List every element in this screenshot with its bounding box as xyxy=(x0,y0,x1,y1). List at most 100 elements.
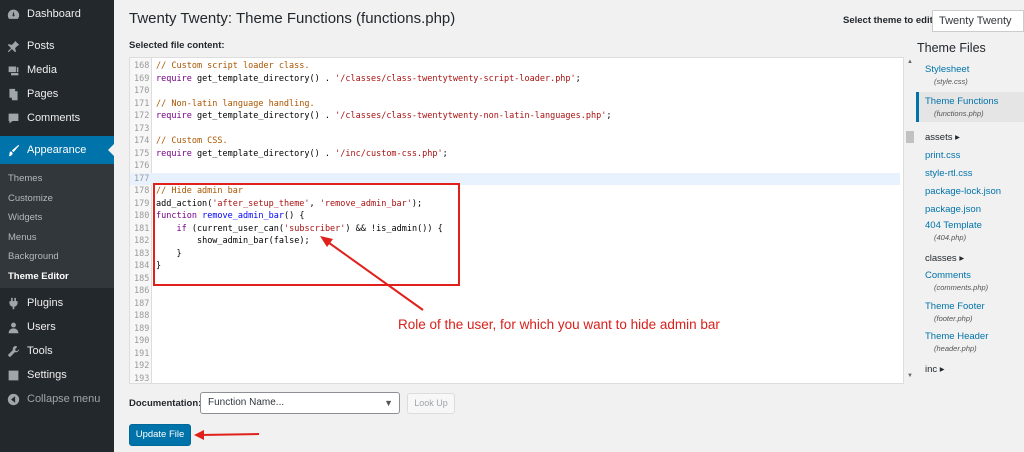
admin-sidebar: Dashboard Posts Media Pages Comments App… xyxy=(0,0,114,452)
theme-files-list: Stylesheet (style.css) Theme Functions (… xyxy=(916,58,1024,384)
scroll-up-icon[interactable]: ▲ xyxy=(907,59,913,65)
line-number: 192 xyxy=(134,361,150,371)
folder-assets[interactable]: assets ▸ xyxy=(925,132,960,143)
file-comments[interactable]: Comments (comments.php) xyxy=(916,270,1024,292)
function-name-placeholder: Function Name... xyxy=(208,397,285,408)
code-line: 176 xyxy=(130,160,900,173)
line-number: 184 xyxy=(134,261,150,271)
file-name: (footer.php) xyxy=(934,314,973,323)
line-number: 173 xyxy=(134,123,150,134)
line-number: 186 xyxy=(134,286,150,296)
file-theme-functions[interactable]: Theme Functions (functions.php) xyxy=(916,92,1024,122)
media-icon xyxy=(6,63,20,77)
sidebar-item-label: Plugins xyxy=(27,297,64,309)
line-number: 188 xyxy=(134,311,150,321)
code-line: 190 xyxy=(130,335,900,348)
update-arrow-line xyxy=(199,433,260,436)
dashboard-icon xyxy=(6,7,20,21)
update-file-button[interactable]: Update File xyxy=(129,424,191,446)
file-print-css[interactable]: print.css xyxy=(916,150,1024,161)
sidebar-item-label: Comments xyxy=(27,112,81,124)
function-name-select[interactable]: Function Name... ▼ xyxy=(200,392,400,414)
code-line: 187 xyxy=(130,298,900,311)
sidebar-item-pages[interactable]: Pages xyxy=(0,82,114,106)
sidebar-item-users[interactable]: Users xyxy=(0,315,114,339)
update-arrowhead xyxy=(194,430,204,440)
folder-inc[interactable]: inc ▸ xyxy=(925,364,945,375)
file-label: Theme Header xyxy=(925,331,989,342)
users-icon xyxy=(6,320,20,334)
sidebar-item-settings[interactable]: Settings xyxy=(0,363,114,387)
file-package-lock-json[interactable]: package-lock.json xyxy=(916,186,1024,197)
sidebar-item-label: Pages xyxy=(27,88,59,100)
sidebar-item-media[interactable]: Media xyxy=(0,58,114,82)
code-text: // Custom CSS. xyxy=(156,136,228,146)
file-name: (functions.php) xyxy=(934,109,984,118)
file-theme-footer[interactable]: Theme Footer (footer.php) xyxy=(916,301,1024,323)
file-name: (comments.php) xyxy=(934,283,989,292)
file-label: Theme Footer xyxy=(925,301,985,312)
line-number: 175 xyxy=(134,148,150,159)
file-theme-header[interactable]: Theme Header (header.php) xyxy=(916,331,1024,353)
pages-icon xyxy=(6,87,20,101)
submenu-themes[interactable]: Themes xyxy=(8,173,42,184)
scroll-thumb[interactable] xyxy=(906,131,914,143)
line-number: 171 xyxy=(134,98,150,109)
collapse-menu-button[interactable]: Collapse menu xyxy=(0,387,114,411)
submenu-menus[interactable]: Menus xyxy=(8,232,37,243)
pin-icon xyxy=(6,39,20,53)
submenu-background[interactable]: Background xyxy=(8,251,59,262)
sidebar-item-tools[interactable]: Tools xyxy=(0,339,114,363)
sidebar-item-posts[interactable]: Posts xyxy=(0,34,114,58)
chevron-down-icon: ▼ xyxy=(384,398,393,408)
scroll-down-icon[interactable]: ▼ xyxy=(907,373,913,379)
line-number: 182 xyxy=(134,236,150,246)
file-package-json[interactable]: package.json xyxy=(916,204,1024,215)
sidebar-item-label: Collapse menu xyxy=(27,393,101,405)
code-text: require get_template_directory() . '/inc… xyxy=(156,148,448,159)
page-title: Twenty Twenty: Theme Functions (function… xyxy=(129,10,456,27)
sidebar-item-label: Users xyxy=(27,321,56,333)
line-number: 172 xyxy=(134,111,150,121)
line-number: 193 xyxy=(134,373,150,384)
code-text: // Non-latin language handling. xyxy=(156,98,315,109)
look-up-button[interactable]: Look Up xyxy=(407,393,455,414)
line-number: 181 xyxy=(134,223,150,234)
file-style-rtl-css[interactable]: style-rtl.css xyxy=(916,168,1024,179)
file-name: (header.php) xyxy=(934,344,977,353)
submenu-theme-editor[interactable]: Theme Editor xyxy=(8,271,69,282)
comments-icon xyxy=(6,111,20,125)
theme-files-title: Theme Files xyxy=(917,41,986,55)
code-line: 191 xyxy=(130,348,900,361)
file-label: Theme Functions xyxy=(925,96,999,107)
code-text: require get_template_directory() . '/cla… xyxy=(156,111,612,121)
file-name: (404.php) xyxy=(934,233,967,242)
sidebar-item-label: Posts xyxy=(27,40,55,52)
submenu-widgets[interactable]: Widgets xyxy=(8,212,42,223)
select-theme-label: Select theme to edit: xyxy=(843,15,936,26)
file-404-template[interactable]: 404 Template (404.php) xyxy=(916,220,1024,242)
collapse-icon xyxy=(6,392,20,406)
sidebar-item-label: Appearance xyxy=(27,144,87,156)
sidebar-item-plugins[interactable]: Plugins xyxy=(0,291,114,315)
selected-file-label: Selected file content: xyxy=(129,40,225,51)
file-stylesheet[interactable]: Stylesheet (style.css) xyxy=(916,64,1024,86)
folder-classes[interactable]: classes ▸ xyxy=(925,253,964,264)
line-number: 189 xyxy=(134,323,150,334)
code-text: require get_template_directory() . '/cla… xyxy=(156,73,581,84)
sidebar-item-appearance[interactable]: Appearance xyxy=(0,136,114,164)
line-number: 170 xyxy=(134,86,150,96)
file-label: Stylesheet xyxy=(925,64,970,75)
code-text: // Custom script loader class. xyxy=(156,61,310,71)
active-indicator xyxy=(108,144,114,156)
wrench-icon xyxy=(6,344,20,358)
sidebar-item-dashboard[interactable]: Dashboard xyxy=(0,2,114,26)
sidebar-item-comments[interactable]: Comments xyxy=(0,106,114,130)
sidebar-item-label: Media xyxy=(27,64,57,76)
editor-scrollbar[interactable]: ▲ ▼ xyxy=(903,57,915,384)
theme-select[interactable]: Twenty Twenty xyxy=(932,10,1024,32)
code-line: 168 // Custom script loader class. xyxy=(130,60,900,73)
submenu-customize[interactable]: Customize xyxy=(8,193,53,204)
line-number: 179 xyxy=(134,198,150,209)
file-label: 404 Template xyxy=(925,220,982,231)
